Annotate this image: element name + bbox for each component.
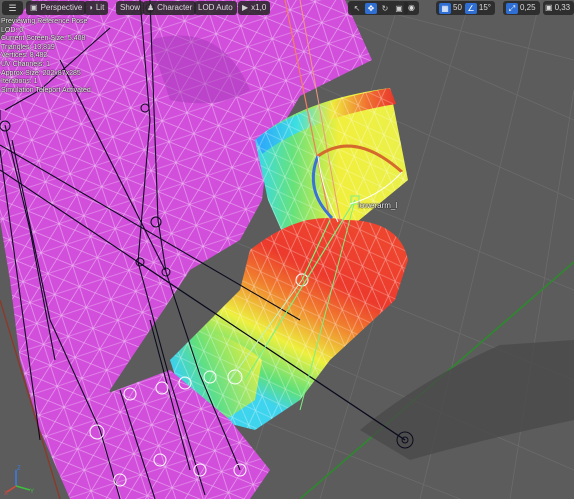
camera-icon: ▣ [545, 3, 553, 12]
playback-speed-label: x1,0 [251, 3, 267, 12]
character-icon: ♟ [147, 3, 155, 12]
info-line: Approx Size: 202x87x285 [1, 69, 81, 77]
translate-tool-button[interactable]: ✥ [365, 2, 377, 14]
select-tool-button[interactable]: ↖ [351, 3, 363, 14]
lod-button[interactable]: LOD Auto [194, 1, 237, 15]
select-icon: ↖ [353, 3, 361, 13]
viewport-info-overlay: Previewing Reference Pose LOD: 0 Current… [1, 18, 91, 95]
rotation-snap-toggle[interactable]: ∠ [464, 2, 477, 14]
scale-snap-icon: ⤢ [508, 3, 516, 13]
info-line: Simulation Teleport Activated [1, 86, 91, 94]
transform-tools: ↖ ✥ ↻ ▣ [348, 1, 408, 15]
info-line: Iterations: 1 [1, 78, 38, 86]
info-line: LOD: 0 [1, 26, 24, 34]
svg-text:X: X [4, 491, 8, 496]
play-icon: ▶ [242, 3, 249, 12]
svg-text:Z: Z [17, 466, 21, 472]
rotation-snap-value[interactable]: 15° [479, 1, 491, 15]
grid-icon: ▦ [441, 3, 449, 13]
info-line: Vertices: 8,482 [1, 52, 48, 60]
perspective-button[interactable]: ▣ Perspective [26, 1, 87, 15]
scale-snap-tools: ⤢ 0,25 [503, 1, 540, 15]
svg-text:Y: Y [30, 489, 34, 495]
angle-icon: ∠ [467, 3, 475, 13]
world-globe-icon: ◉ [408, 3, 415, 12]
snap-tools: ▦ 50 ∠ 15° [436, 1, 496, 15]
lit-button[interactable]: ◑ Lit [84, 1, 109, 15]
grid-snap-value[interactable]: 50 [453, 1, 462, 15]
show-label: Show [120, 3, 141, 12]
character-button[interactable]: ♟ Character [143, 1, 197, 15]
playback-speed-button[interactable]: ▶ x1,0 [238, 1, 271, 15]
perspective-cube-icon: ▣ [30, 3, 38, 12]
scale-snap-toggle[interactable]: ⤢ [506, 2, 518, 14]
rotate-icon: ↻ [381, 3, 389, 13]
info-line: Current Screen Size: 5.408 [1, 35, 86, 43]
lod-label: LOD Auto [198, 3, 233, 12]
perspective-label: Perspective [40, 3, 83, 12]
lit-sphere-icon: ◑ [88, 3, 93, 12]
show-button[interactable]: Show [116, 1, 145, 15]
arm-shadow [360, 340, 574, 460]
camera-speed-value[interactable]: 0,33 [555, 1, 571, 15]
coord-system-button[interactable]: ◉ [404, 1, 419, 15]
lit-label: Lit [95, 3, 105, 12]
viewport-menu-button[interactable]: ☰ [2, 1, 23, 15]
character-label: Character [157, 3, 193, 12]
scale-snap-value[interactable]: 0,25 [520, 1, 536, 15]
viewport[interactable]: ☰ ▣ Perspective ◑ Lit Show ♟ Character L… [0, 0, 574, 499]
scale-icon: ▣ [395, 3, 403, 13]
axis-gizmo-icon: Z Y X [4, 466, 34, 496]
hamburger-menu-icon: ☰ [8, 3, 17, 13]
bone-name-label: lowerarm_l [358, 201, 398, 210]
move-icon: ✥ [367, 3, 375, 13]
info-line: Previewing Reference Pose [1, 18, 88, 25]
grid-snap-toggle[interactable]: ▦ [439, 2, 451, 14]
camera-speed-tools: ▣ 0,33 [543, 1, 574, 15]
info-line: UV Channels: 1 [1, 60, 51, 68]
rotate-tool-button[interactable]: ↻ [379, 3, 391, 14]
